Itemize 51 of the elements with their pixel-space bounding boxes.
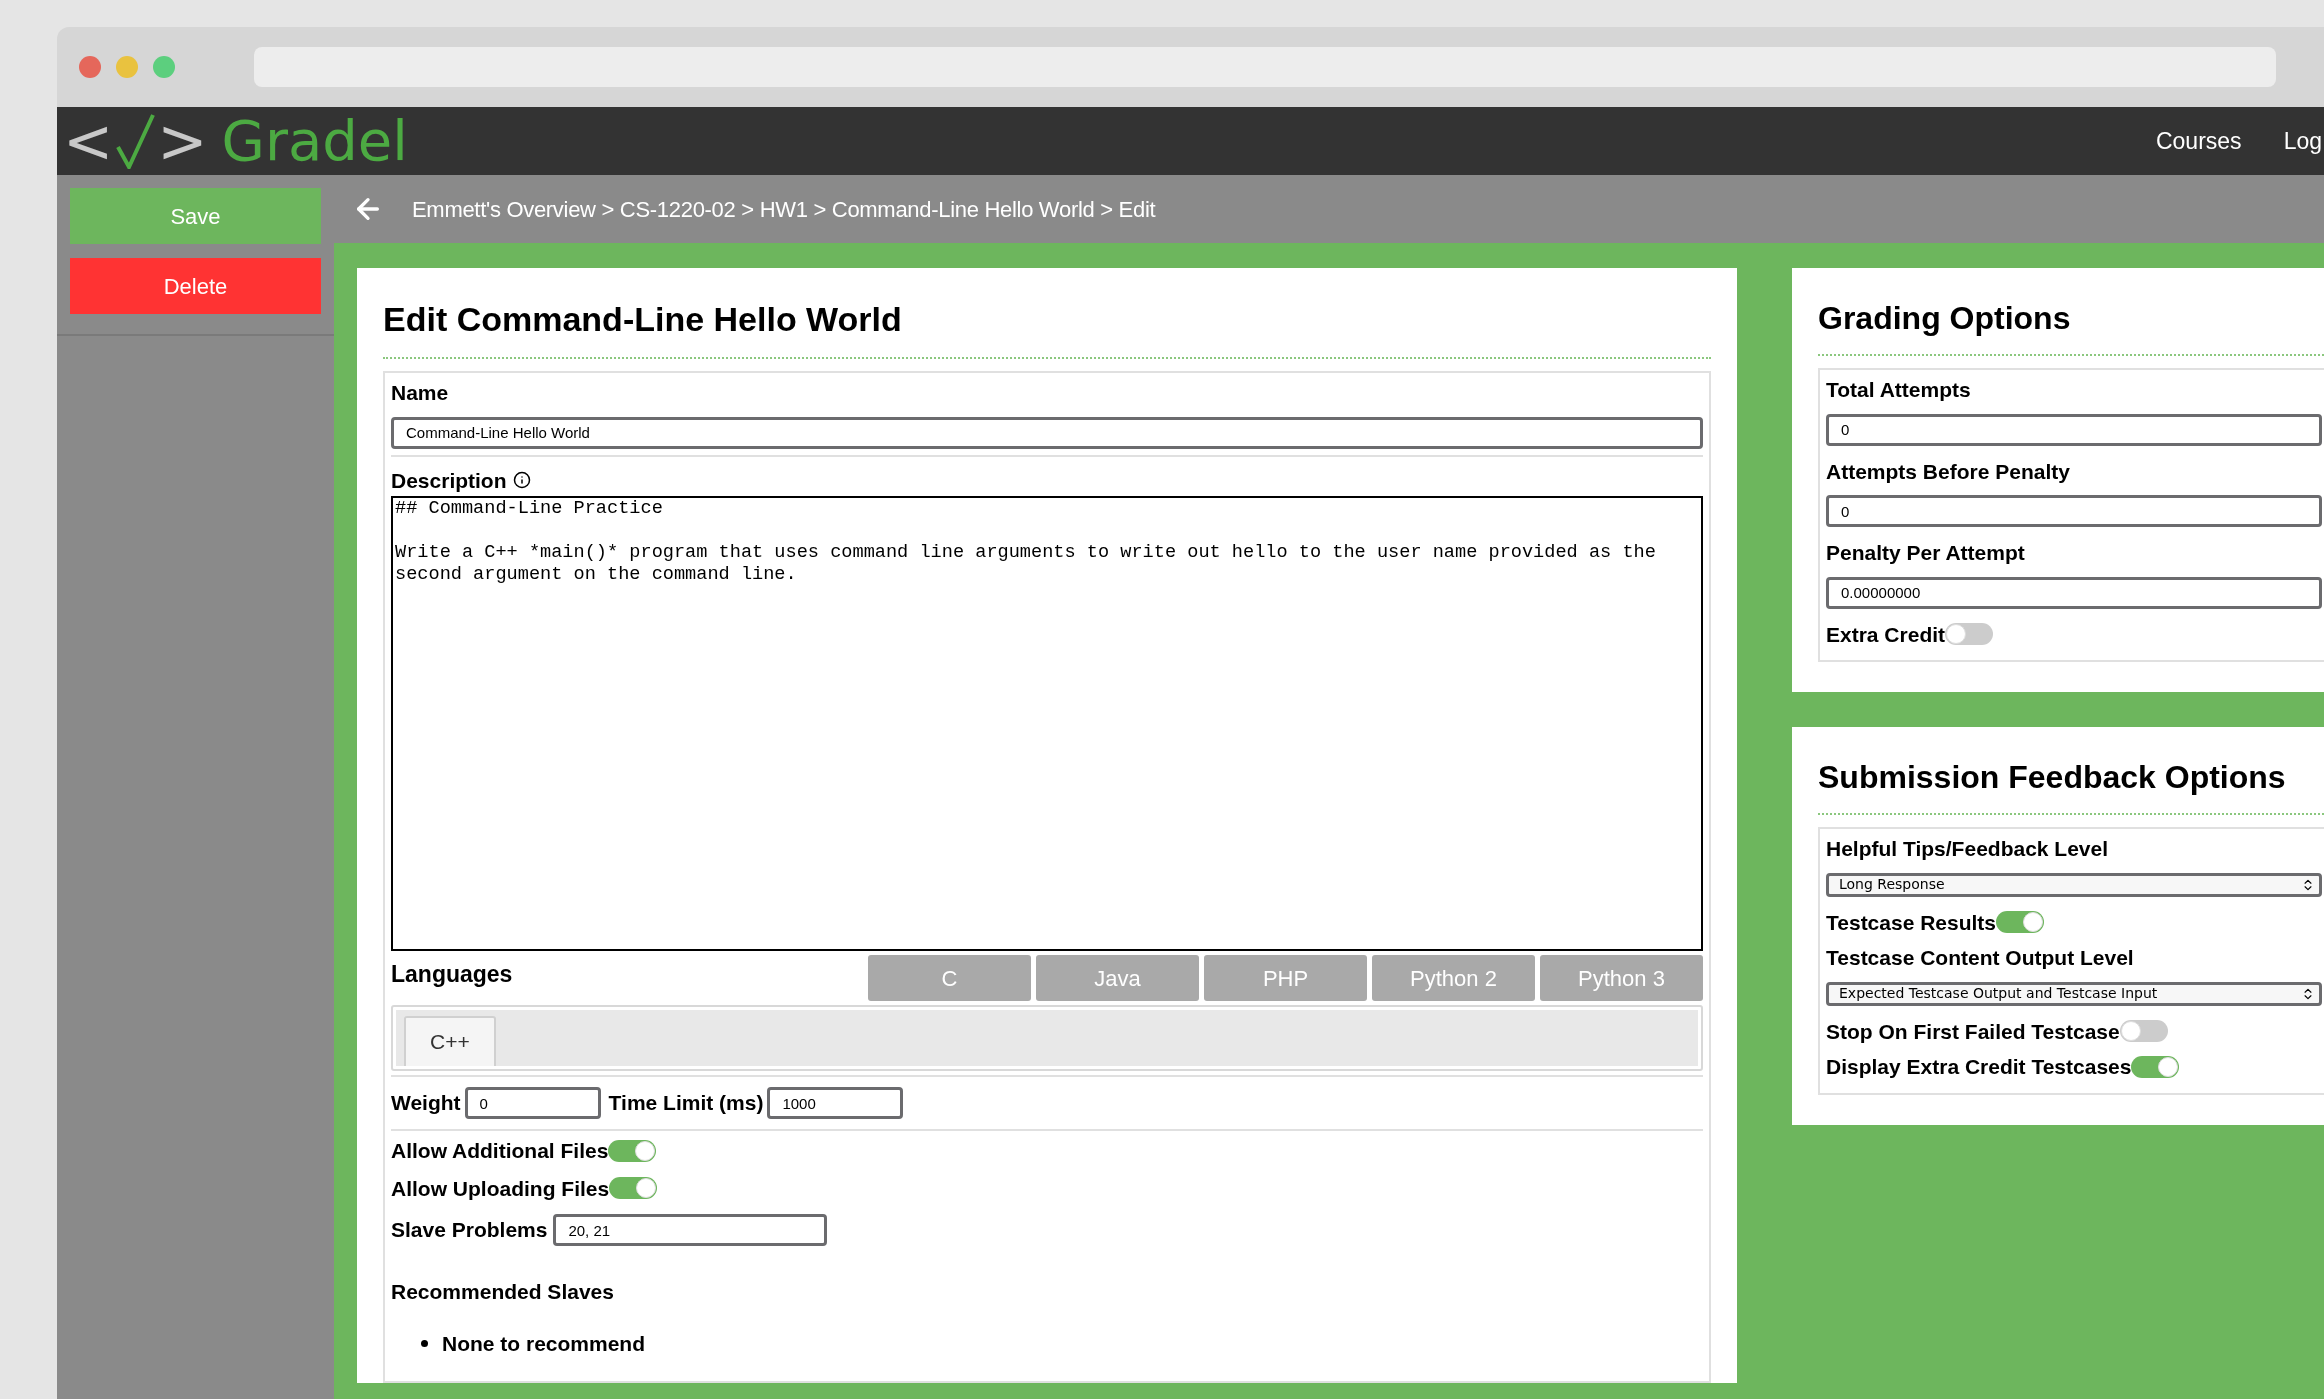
text-field[interactable]: 0.00000000 bbox=[1826, 576, 2322, 609]
field-label: Slave Problems bbox=[391, 1217, 548, 1244]
logo-text: Gradel bbox=[221, 113, 408, 169]
text-field[interactable]: 0 bbox=[1826, 413, 2322, 446]
toggle-switch[interactable] bbox=[609, 1177, 658, 1200]
card-title: Submission Feedback Options bbox=[1818, 753, 2324, 815]
toggle-label: Testcase Results bbox=[1826, 909, 1997, 936]
field-label: Testcase Content Output Level bbox=[1826, 945, 2135, 971]
name-field[interactable]: Command-Line Hello World bbox=[391, 416, 1703, 449]
breadcrumb: Emmett's Overview > CS-1220-02 > HW1 > Command-Line Hello World > Edit bbox=[412, 195, 1156, 224]
description-textarea[interactable]: ## Command-Line Practice Write a C++ *main()* program that uses command line arguments to write out hello to the user name provided as the second argument on the command line. bbox=[391, 496, 1703, 951]
weight-field[interactable]: 0 bbox=[464, 1087, 601, 1119]
description-text: ## Command-Line Practice bbox=[395, 498, 664, 520]
field-label: Time Limit (ms) bbox=[608, 1090, 764, 1117]
toggle-switch[interactable] bbox=[608, 1139, 657, 1162]
nav-link[interactable]: Log bbox=[2283, 123, 2322, 159]
select-field[interactable]: Expected Testcase Output and Testcase Input bbox=[1826, 981, 2322, 1006]
field-label: Weight bbox=[391, 1090, 461, 1117]
toggle-label: Stop On First Failed Testcase bbox=[1826, 1018, 2120, 1045]
nav-link[interactable]: Courses bbox=[2155, 123, 2242, 159]
list-item: None to recommend bbox=[442, 1330, 646, 1357]
delete-button[interactable]: Delete bbox=[70, 258, 321, 314]
bullet-icon bbox=[421, 1339, 428, 1347]
toggle-switch[interactable] bbox=[1945, 623, 1994, 646]
select-field[interactable]: Long Response bbox=[1826, 872, 2322, 897]
toggle-switch[interactable] bbox=[1996, 911, 2045, 934]
toggle-switch[interactable] bbox=[2119, 1020, 2168, 1043]
toggle-label: Extra Credit bbox=[1826, 621, 1946, 648]
text-field[interactable]: 0 bbox=[1826, 495, 2322, 527]
toggle-label: Allow Additional Files bbox=[391, 1138, 609, 1164]
toggle-switch[interactable] bbox=[2131, 1055, 2180, 1078]
description-text: Write a C++ *main()* program that uses command line arguments to write out hello to the user name provided as the second argument on the command line. bbox=[395, 542, 1657, 586]
field-label: Name bbox=[391, 380, 450, 406]
checkmark-icon bbox=[115, 113, 156, 169]
field-label: Total Attempts bbox=[1826, 377, 1972, 403]
time-limit-field[interactable]: 1000 bbox=[767, 1087, 904, 1119]
logo-bracket: < bbox=[63, 111, 114, 171]
language-tab[interactable]: C++ bbox=[404, 1016, 496, 1066]
toggle-label: Allow Uploading Files bbox=[391, 1175, 610, 1202]
section-label: Recommended Slaves bbox=[391, 1279, 615, 1305]
field-label: Helpful Tips/Feedback Level bbox=[1826, 836, 2110, 862]
logo-bracket: > bbox=[157, 111, 208, 171]
info-icon[interactable] bbox=[512, 471, 531, 490]
field-label: Description bbox=[391, 467, 507, 494]
card-title: Edit Command-Line Hello World bbox=[383, 294, 1711, 359]
toggle-label: Display Extra Credit Testcases bbox=[1826, 1054, 2132, 1080]
card-title: Grading Options bbox=[1818, 294, 2324, 356]
field-label: Languages bbox=[391, 960, 513, 989]
field-label: Penalty Per Attempt bbox=[1826, 540, 2026, 566]
field-label: Attempts Before Penalty bbox=[1826, 458, 2071, 485]
slave-problems-field[interactable]: 20, 21 bbox=[553, 1214, 828, 1246]
